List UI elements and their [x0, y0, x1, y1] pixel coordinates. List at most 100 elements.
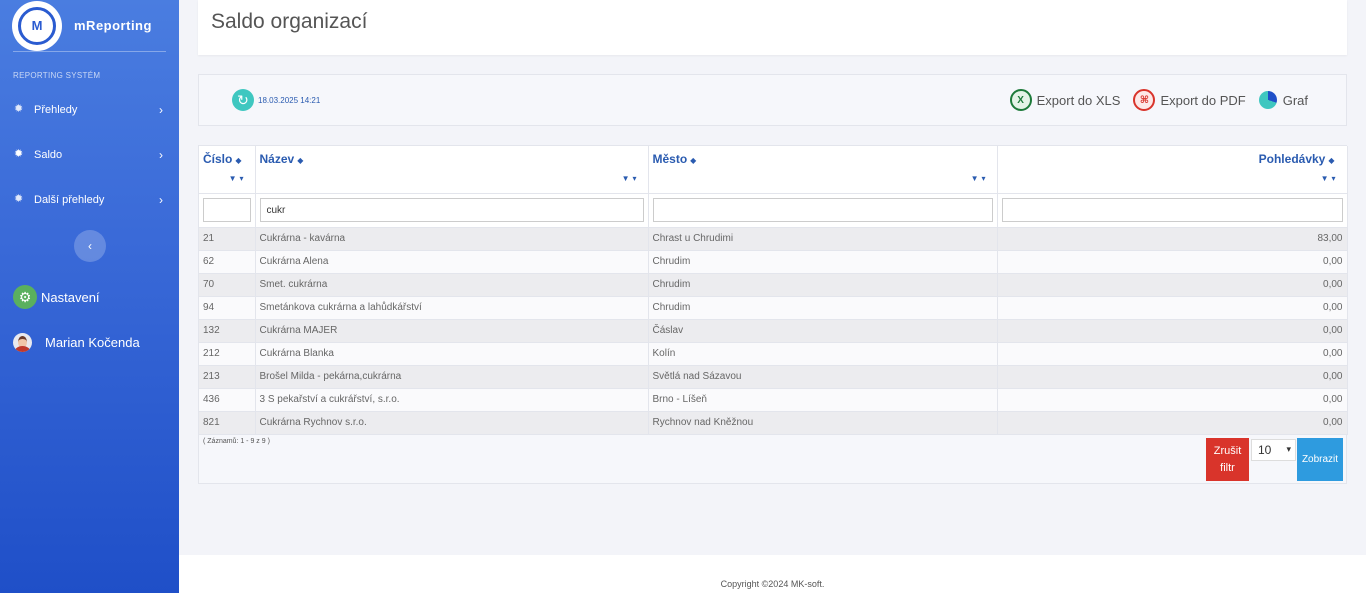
cell-mesto: Chrudim	[648, 250, 998, 274]
cell-mesto: Brno - Líšeň	[648, 388, 998, 412]
records-info: ( Záznamů: 1 - 9 z 9 )	[203, 438, 270, 445]
chevron-right-icon: ›	[159, 102, 163, 117]
table-row[interactable]: 70 Smet. cukrárna Chrudim 0,00	[199, 273, 1348, 297]
cell-nazev: Cukrárna Alena	[255, 250, 649, 274]
gear-icon: ✹	[14, 193, 24, 205]
sort-icon[interactable]: ◆	[1328, 156, 1334, 165]
page-header: Saldo organizací	[198, 0, 1347, 55]
export-xls-label: Export do XLS	[1036, 92, 1121, 108]
cell-cislo: 821	[199, 411, 256, 435]
cell-pohledavky: 83,00	[997, 227, 1348, 251]
graph-button[interactable]: Graf	[1258, 91, 1308, 109]
column-header-cislo[interactable]: Číslo ◆ ▼▾	[199, 146, 256, 194]
page-size-value: 10	[1258, 443, 1272, 457]
refresh-button[interactable]: ↻ 18.03.2025 14:21	[232, 89, 320, 111]
cell-nazev: Brošel Milda - pekárna,cukrárna	[255, 365, 649, 389]
show-button[interactable]: Zobrazit	[1297, 438, 1343, 481]
cell-nazev: 3 S pekařství a cukrářství, s.r.o.	[255, 388, 649, 412]
filter-input-pohledavky[interactable]	[1001, 198, 1343, 222]
cell-nazev: Cukrárna MAJER	[255, 319, 649, 343]
cell-cislo: 436	[199, 388, 256, 412]
table-row[interactable]: 436 3 S pekařství a cukrářství, s.r.o. B…	[199, 388, 1348, 412]
column-header-mesto[interactable]: Město ◆ ▼▾	[648, 146, 998, 194]
gear-icon: ✹	[14, 103, 24, 115]
sidebar-item-label: Další přehledy	[34, 193, 105, 206]
column-header-nazev[interactable]: Název ◆ ▼▾	[255, 146, 649, 194]
gear-icon: ✹	[14, 148, 24, 160]
toolbar: ↻ 18.03.2025 14:21 X Export do XLS ⌘ Exp…	[198, 74, 1347, 126]
settings-label: Nastavení	[41, 289, 100, 305]
refresh-icon: ↻	[232, 89, 254, 111]
user-name: Marian Kočenda	[45, 334, 140, 350]
table-row[interactable]: 132 Cukrárna MAJER Čáslav 0,00	[199, 319, 1348, 343]
cell-mesto: Rychnov nad Kněžnou	[648, 411, 998, 435]
footer: Copyright ©2024 MK-soft.	[179, 555, 1366, 593]
page-title: Saldo organizací	[211, 10, 368, 33]
export-actions: X Export do XLS ⌘ Export do PDF Graf	[997, 89, 1308, 111]
sidebar-item-label: Saldo	[34, 148, 63, 161]
chevron-right-icon: ›	[159, 147, 163, 162]
column-header-pohledavky[interactable]: Pohledávky ◆ ▼▾	[997, 146, 1348, 194]
sidebar-item-saldo[interactable]: ✹ Saldo ›	[0, 132, 179, 177]
export-pdf-label: Export do PDF	[1160, 92, 1246, 108]
brand-name: mReporting	[74, 18, 152, 33]
data-panel: Číslo ◆ ▼▾ Název ◆ ▼▾ Město ◆ ▼▾ Pohledávky…	[198, 145, 1348, 484]
cell-pohledavky: 0,00	[997, 411, 1348, 435]
cell-cislo: 62	[199, 250, 256, 274]
filter-input-nazev[interactable]	[259, 198, 644, 222]
cell-pohledavky: 0,00	[997, 342, 1348, 366]
cell-mesto: Kolín	[648, 342, 998, 366]
avatar	[13, 332, 32, 352]
export-pdf-button[interactable]: ⌘ Export do PDF	[1133, 89, 1246, 111]
cell-nazev: Smet. cukrárna	[255, 273, 649, 297]
filter-row	[199, 193, 1348, 228]
saldo-table: Číslo ◆ ▼▾ Název ◆ ▼▾ Město ◆ ▼▾ Pohledávky…	[199, 146, 1348, 435]
section-label: REPORTING SYSTÉM	[13, 71, 101, 80]
cell-cislo: 70	[199, 273, 256, 297]
cell-pohledavky: 0,00	[997, 250, 1348, 274]
table-row[interactable]: 213 Brošel Milda - pekárna,cukrárna Svět…	[199, 365, 1348, 389]
brand: M mReporting	[12, 0, 166, 52]
refresh-timestamp: 18.03.2025 14:21	[258, 95, 321, 105]
sidebar-item-prehledy[interactable]: ✹ Přehledy ›	[0, 87, 179, 132]
sort-icon[interactable]: ◆	[690, 156, 696, 165]
copyright: Copyright ©2024 MK-soft.	[720, 579, 825, 589]
app-logo[interactable]: M	[12, 0, 62, 51]
export-xls-button[interactable]: X Export do XLS	[1009, 89, 1121, 111]
sidebar-item-dalsi-prehledy[interactable]: ✹ Další přehledy ›	[0, 177, 179, 222]
pdf-icon: ⌘	[1133, 89, 1156, 111]
table-row[interactable]: 21 Cukrárna - kavárna Chrast u Chrudimi …	[199, 227, 1348, 251]
sort-icon[interactable]: ◆	[297, 156, 303, 165]
chevron-right-icon: ›	[159, 192, 163, 207]
logo-icon: M	[18, 6, 56, 45]
filter-dropdown-icon[interactable]: ▼▾	[1321, 174, 1339, 183]
cell-nazev: Cukrárna Blanka	[255, 342, 649, 366]
page-size-select[interactable]: 10 ▾	[1251, 439, 1296, 461]
chevron-down-icon: ▾	[1286, 444, 1291, 454]
filter-dropdown-icon[interactable]: ▼▾	[229, 174, 247, 183]
cell-nazev: Cukrárna Rychnov s.r.o.	[255, 411, 649, 435]
cell-mesto: Chrudim	[648, 296, 998, 320]
sort-icon[interactable]: ◆	[235, 156, 241, 165]
cell-cislo: 212	[199, 342, 256, 366]
cell-cislo: 21	[199, 227, 256, 251]
settings-link[interactable]: ⚙ Nastavení	[13, 285, 179, 309]
filter-input-cislo[interactable]	[203, 198, 251, 222]
filter-dropdown-icon[interactable]: ▼▾	[622, 174, 640, 183]
filter-dropdown-icon[interactable]: ▼▾	[971, 174, 989, 183]
table-row[interactable]: 821 Cukrárna Rychnov s.r.o. Rychnov nad …	[199, 411, 1348, 435]
cell-pohledavky: 0,00	[997, 365, 1348, 389]
cell-nazev: Smetánkova cukrárna a lahůdkářství	[255, 296, 649, 320]
table-row[interactable]: 62 Cukrárna Alena Chrudim 0,00	[199, 250, 1348, 274]
table-row[interactable]: 94 Smetánkova cukrárna a lahůdkářství Ch…	[199, 296, 1348, 320]
filter-input-mesto[interactable]	[652, 198, 993, 222]
sidebar-collapse-button[interactable]: ‹	[74, 230, 106, 262]
cell-mesto: Chrudim	[648, 273, 998, 297]
sidebar: M mReporting REPORTING SYSTÉM ✹ Přehledy…	[0, 0, 179, 593]
cell-pohledavky: 0,00	[997, 388, 1348, 412]
table-row[interactable]: 212 Cukrárna Blanka Kolín 0,00	[199, 342, 1348, 366]
reset-filter-button[interactable]: Zrušit filtr	[1206, 438, 1249, 481]
user-profile[interactable]: Marian Kočenda	[13, 332, 179, 352]
cell-mesto: Čáslav	[648, 319, 998, 343]
cell-cislo: 213	[199, 365, 256, 389]
